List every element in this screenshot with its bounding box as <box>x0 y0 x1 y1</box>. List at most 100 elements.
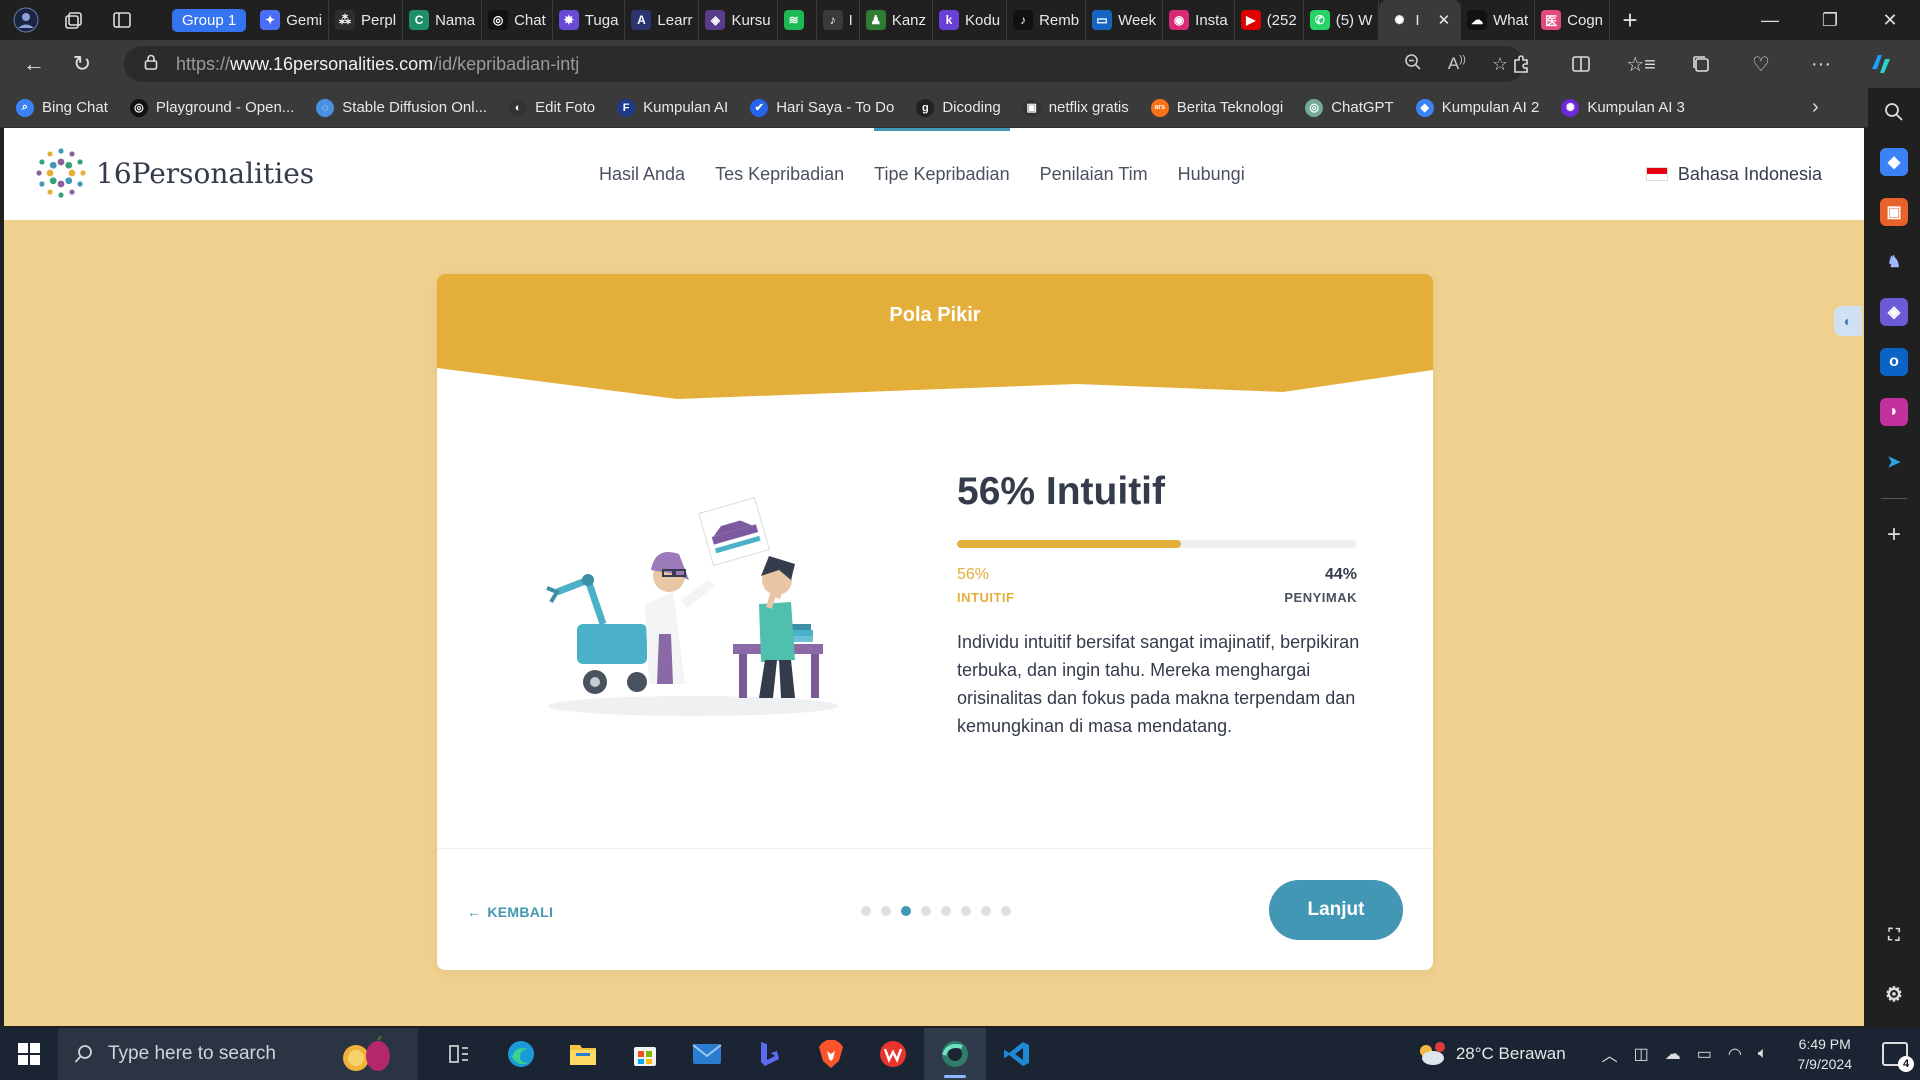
browser-tab[interactable]: ◎ Chat <box>482 0 553 40</box>
collections-icon[interactable] <box>1672 44 1730 84</box>
bookmark-item[interactable]: ✺ Kumpulan AI 3 <box>1561 98 1685 117</box>
browser-tab[interactable]: ✺ I ✕ <box>1379 0 1462 40</box>
sidebar-games-icon[interactable]: ♞ <box>1880 248 1908 276</box>
browser-tab[interactable]: k Kodu <box>933 0 1008 40</box>
bookmark-item[interactable]: ✔ Hari Saya - To Do <box>750 98 894 117</box>
sidebar-screenshot-icon[interactable]: ⛶ <box>1880 922 1908 950</box>
file-explorer-icon[interactable] <box>552 1028 614 1080</box>
close-tab-icon[interactable]: ✕ <box>1438 11 1451 29</box>
bookmark-item[interactable]: ▣ netflix gratis <box>1022 98 1129 117</box>
windows-start-icon[interactable] <box>0 1028 58 1080</box>
tray-meet-icon[interactable]: ◫ <box>1634 1044 1649 1064</box>
tray-chevron-up-icon[interactable]: ︿ <box>1602 1042 1618 1066</box>
browser-tab[interactable]: A Learr <box>625 0 700 40</box>
bing-copilot-taskbar-icon[interactable] <box>738 1028 800 1080</box>
copilot-icon[interactable] <box>1852 44 1910 84</box>
back-arrow-icon[interactable]: ← <box>10 44 58 84</box>
site-logo[interactable]: 16Personalities <box>34 146 314 200</box>
restore-button[interactable]: ❐ <box>1800 0 1860 40</box>
browser-tab[interactable]: ♟ Kanz <box>860 0 934 40</box>
bookmark-item[interactable]: ◌ Stable Diffusion Onl... <box>316 98 487 117</box>
mail-icon[interactable] <box>676 1028 738 1080</box>
pagination-dot[interactable] <box>861 906 871 916</box>
browser-tab[interactable]: ▭ Week <box>1086 0 1164 40</box>
bookmark-item[interactable]: ◆ Kumpulan AI 2 <box>1415 98 1539 117</box>
browser-tab[interactable]: ◉ Insta <box>1163 0 1235 40</box>
pagination-dot[interactable] <box>1001 906 1011 916</box>
sidebar-telegram-icon[interactable]: ➤ <box>1880 448 1908 476</box>
split-screen-icon[interactable] <box>1552 44 1610 84</box>
vertical-tabs-icon[interactable] <box>108 6 136 34</box>
edge-dev-taskbar-icon[interactable] <box>924 1028 986 1080</box>
sidebar-search-icon[interactable] <box>1880 98 1908 126</box>
tab-group-chip[interactable]: Group 1 <box>172 8 247 32</box>
tray-onedrive-icon[interactable]: ☁ <box>1665 1044 1681 1064</box>
nav-link[interactable]: Penilaian Tim <box>1040 128 1148 220</box>
tray-battery-icon[interactable]: ▭ <box>1697 1044 1712 1064</box>
tray-wifi-icon[interactable]: ◠ <box>1728 1044 1742 1064</box>
taskbar-search-box[interactable]: Type here to search <box>58 1028 418 1080</box>
browser-tab[interactable]: C Nama <box>403 0 483 40</box>
browser-essentials-icon[interactable]: ♡ <box>1732 44 1790 84</box>
bookmark-item[interactable]: F Kumpulan AI <box>617 98 728 117</box>
bookmark-item[interactable]: ◎ Playground - Open... <box>129 98 294 117</box>
nav-link[interactable]: Hubungi <box>1178 128 1245 220</box>
pagination-dot[interactable] <box>981 906 991 916</box>
favorites-icon[interactable]: ☆≡ <box>1612 44 1670 84</box>
notification-center-icon[interactable]: 4 <box>1882 1042 1914 1072</box>
read-aloud-icon[interactable]: A)) <box>1448 54 1466 74</box>
browser-tab[interactable]: 医 Cogn <box>1535 0 1611 40</box>
new-tab-button[interactable]: + <box>1610 5 1650 36</box>
edge-taskbar-icon[interactable] <box>490 1028 552 1080</box>
lock-icon[interactable] <box>144 54 158 75</box>
address-bar[interactable]: https://www.16personalities.com/id/kepri… <box>124 46 1524 82</box>
close-window-button[interactable]: ✕ <box>1860 0 1920 40</box>
bookmark-item[interactable]: g Dicoding <box>916 98 1001 117</box>
browser-tab[interactable]: ▶ (252 <box>1235 0 1304 40</box>
wps-office-icon[interactable] <box>862 1028 924 1080</box>
browser-tab[interactable]: ✆ (5) W <box>1304 0 1380 40</box>
browser-tab[interactable]: ☁ What <box>1461 0 1536 40</box>
extensions-icon[interactable] <box>1492 44 1550 84</box>
pagination-dot[interactable] <box>941 906 951 916</box>
brave-icon[interactable] <box>800 1028 862 1080</box>
nav-link[interactable]: Tes Kepribadian <box>715 128 844 220</box>
workspaces-icon[interactable] <box>60 6 88 34</box>
language-selector[interactable]: Bahasa Indonesia <box>1645 128 1822 220</box>
nav-link[interactable]: Tipe Kepribadian <box>874 128 1011 220</box>
next-button[interactable]: Lanjut <box>1269 880 1403 940</box>
nav-link[interactable]: Hasil Anda <box>599 128 685 220</box>
bookmark-item[interactable]: ◎ ChatGPT <box>1305 98 1394 117</box>
sidebar-designer-icon[interactable]: ◗ <box>1880 398 1908 426</box>
browser-tab[interactable]: ♪ Remb <box>1007 0 1087 40</box>
pagination-dot[interactable] <box>961 906 971 916</box>
pagination-dot[interactable] <box>901 906 911 916</box>
sidebar-outlook-icon[interactable]: o <box>1880 348 1908 376</box>
sidebar-settings-gear-icon[interactable]: ⚙ <box>1880 980 1908 1008</box>
page-side-widget-icon[interactable]: ◐ <box>1834 306 1862 336</box>
profile-icon[interactable] <box>12 6 40 34</box>
minimize-button[interactable]: — <box>1740 0 1800 40</box>
sidebar-shopping-icon[interactable]: ◆ <box>1880 148 1908 176</box>
bookmark-item[interactable]: ◐ Edit Foto <box>509 98 595 117</box>
taskbar-clock[interactable]: 6:49 PM 7/9/2024 <box>1798 1034 1853 1074</box>
pagination-dot[interactable] <box>881 906 891 916</box>
bookmark-item[interactable]: ⌕ Bing Chat <box>16 98 108 117</box>
refresh-icon[interactable]: ↻ <box>58 44 106 84</box>
sidebar-add-icon[interactable]: + <box>1880 521 1908 549</box>
browser-tab[interactable]: ♪ I <box>817 0 860 40</box>
more-options-icon[interactable]: ··· <box>1792 44 1850 84</box>
browser-tab[interactable]: ≋ <box>778 0 817 40</box>
microsoft-store-icon[interactable] <box>614 1028 676 1080</box>
back-button[interactable]: ← KEMBALI <box>467 904 553 920</box>
browser-tab[interactable]: ✦ Gemi <box>254 0 330 40</box>
pagination-dot[interactable] <box>921 906 931 916</box>
vscode-icon[interactable] <box>986 1028 1048 1080</box>
bookmark-item[interactable]: ars Berita Teknologi <box>1150 98 1283 117</box>
browser-tab[interactable]: ◈ Kursu <box>699 0 778 40</box>
browser-tab[interactable]: ⁂ Perpl <box>329 0 404 40</box>
browser-tab[interactable]: ✸ Tuga <box>553 0 626 40</box>
tray-volume-icon[interactable]: 🔈︎ <box>1758 1045 1768 1063</box>
zoom-icon[interactable] <box>1404 53 1422 76</box>
sidebar-tools-icon[interactable]: ▣ <box>1880 198 1908 226</box>
